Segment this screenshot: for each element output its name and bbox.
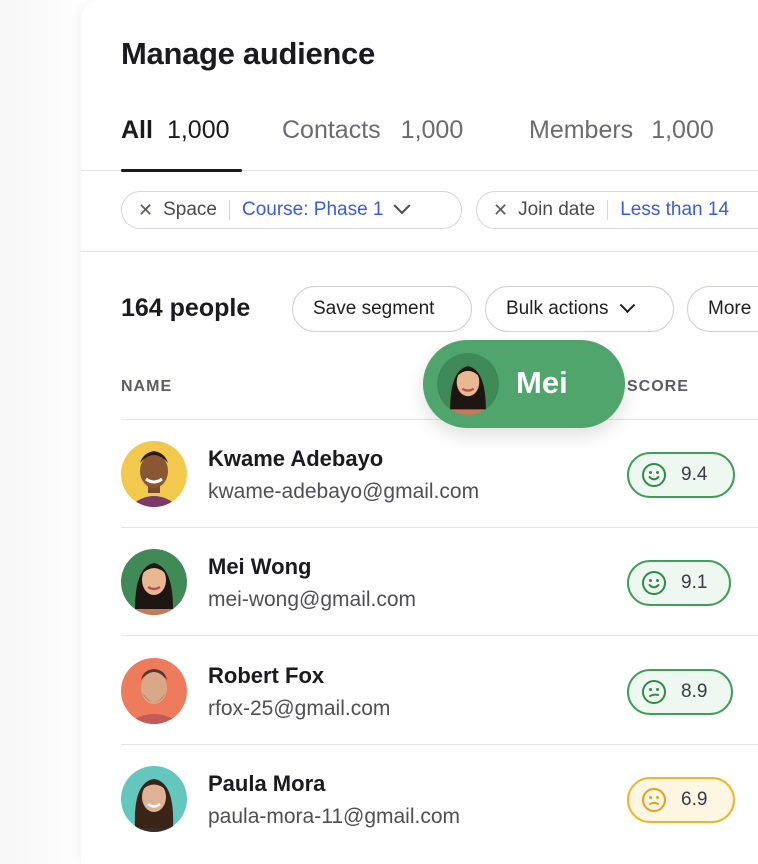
divider <box>228 200 230 220</box>
tab-count: 1,000 <box>166 116 230 144</box>
filter-value: Course: Phase 1 <box>241 199 384 220</box>
unsure-face-icon <box>642 788 666 812</box>
audience-panel: Manage audience All 1,000 Contacts 1,000 M… <box>81 0 758 864</box>
bulk-actions-button[interactable]: Bulk actions <box>485 286 674 332</box>
more-button[interactable]: More <box>687 286 758 332</box>
tab-count: 1,000 <box>651 116 714 144</box>
avatar <box>121 766 187 832</box>
contact-email: paula-mora-11@gmail.com <box>208 805 461 828</box>
table-row[interactable]: Kwame Adebayo kwame-adebayo@gmail.com 9.… <box>121 420 758 528</box>
filter-bar: ✕ Space Course: Phase 1 ✕ Join date Less… <box>81 171 758 252</box>
table-row[interactable]: Robert Fox rfox-25@gmail.com 8.9 <box>121 637 758 745</box>
tab-all[interactable]: All 1,000 <box>121 116 230 145</box>
close-icon[interactable]: ✕ <box>138 200 153 221</box>
avatar <box>121 658 187 724</box>
score-badge: 6.9 <box>627 777 735 823</box>
tab-contacts[interactable]: Contacts 1,000 <box>282 116 463 145</box>
collaborator-name: Mei <box>516 365 568 400</box>
score-badge: 9.4 <box>627 452 735 498</box>
people-count: 164 people <box>121 294 251 322</box>
tab-count: 1,000 <box>400 116 464 144</box>
contact-email: kwame-adebayo@gmail.com <box>208 480 480 503</box>
page-title: Manage audience <box>121 36 375 71</box>
contact-email: rfox-25@gmail.com <box>208 697 391 720</box>
contact-email: mei-wong@gmail.com <box>208 588 417 611</box>
score-value: 6.9 <box>681 789 708 810</box>
tab-members[interactable]: Members 1,000 <box>529 116 714 145</box>
avatar <box>121 549 187 615</box>
filter-key: Join date <box>518 199 596 220</box>
table-row[interactable]: Mei Wong mei-wong@gmail.com 9.1 <box>121 528 758 636</box>
button-label: More <box>708 298 752 319</box>
button-label: Bulk actions <box>506 298 609 319</box>
collaborator-cursor-label: Mei <box>423 340 625 428</box>
tab-label: Members <box>529 116 634 144</box>
contact-name[interactable]: Robert Fox <box>208 663 324 689</box>
divider <box>607 200 609 220</box>
avatar <box>121 441 187 507</box>
happy-face-icon <box>642 571 666 595</box>
filter-chip-space[interactable]: ✕ Space Course: Phase 1 <box>121 191 462 229</box>
chevron-down-icon[interactable] <box>393 197 410 215</box>
filter-chip-join-date[interactable]: ✕ Join date Less than 14 <box>476 191 758 229</box>
avatar <box>437 353 499 415</box>
contact-name[interactable]: Mei Wong <box>208 554 311 580</box>
background-fade <box>0 0 82 864</box>
score-value: 8.9 <box>681 681 708 702</box>
tab-label: All <box>121 116 153 144</box>
filter-key: Space <box>163 199 217 220</box>
chevron-down-icon <box>620 296 636 313</box>
happy-face-icon <box>642 463 666 487</box>
score-value: 9.4 <box>681 464 708 485</box>
score-value: 9.1 <box>681 572 708 593</box>
table-row[interactable]: Paula Mora paula-mora-11@gmail.com 6.9 <box>121 745 758 853</box>
column-header-name[interactable]: NAME <box>121 378 172 396</box>
save-segment-button[interactable]: Save segment <box>292 286 472 332</box>
contact-name[interactable]: Paula Mora <box>208 771 325 797</box>
tab-label: Contacts <box>282 116 381 144</box>
score-badge: 8.9 <box>627 669 733 715</box>
row-divider <box>121 635 758 636</box>
button-label: Save segment <box>313 298 435 319</box>
filter-value: Less than 14 <box>620 199 730 220</box>
close-icon[interactable]: ✕ <box>493 200 508 221</box>
contact-name[interactable]: Kwame Adebayo <box>208 446 383 472</box>
score-badge: 9.1 <box>627 560 731 606</box>
column-header-score[interactable]: SCORE <box>627 378 689 396</box>
neutral-face-icon <box>642 680 666 704</box>
tab-bar: All 1,000 Contacts 1,000 Members 1,000 <box>81 98 758 172</box>
